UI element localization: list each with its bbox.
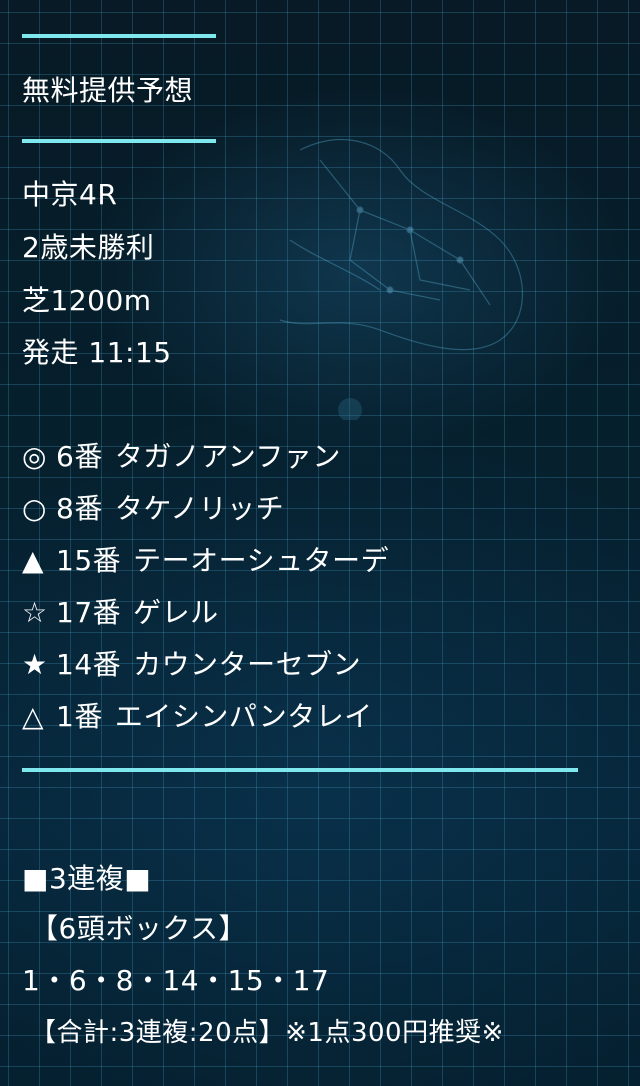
pick-number: 17番 [56, 596, 122, 629]
pick-horse: ゲレル [133, 596, 219, 629]
pick-star-filled: ★ 14番 カウンターセブン [22, 648, 361, 682]
divider-top [22, 34, 216, 38]
bet-format: 【6頭ボックス】 [30, 912, 247, 945]
pick-star-outline: ☆ 17番 ゲレル [22, 596, 219, 630]
pick-number: 15番 [56, 544, 122, 577]
page-title: 無料提供予想 [22, 74, 194, 107]
pick-number: 8番 [56, 492, 103, 525]
bet-total: 【合計:3連複:20点】※1点300円推奨※ [30, 1018, 504, 1048]
pick-horse: カウンターセブン [133, 648, 362, 681]
bet-type: ■3連複■ [22, 862, 152, 895]
pick-horse: タケノリッチ [114, 492, 285, 525]
triangle-outline-mark: △ [22, 700, 45, 733]
pick-horse: エイシンパンタレイ [114, 700, 373, 733]
pick-renka: △ 1番 エイシンパンタレイ [22, 700, 373, 734]
pick-tanana: ▲ 15番 テーオーシュターデ [22, 544, 389, 578]
pick-horse: タガノアンファン [114, 440, 341, 473]
race-class: 2歳未勝利 [22, 231, 155, 264]
circle-mark: ○ [22, 492, 47, 525]
divider-picks [22, 768, 578, 772]
pick-number: 14番 [56, 648, 122, 681]
pick-taikou: ○ 8番 タケノリッチ [22, 492, 284, 526]
prediction-content: 無料提供予想 中京4R 2歳未勝利 芝1200m 発走 11:15 ◎ 6番 タ… [0, 0, 640, 1086]
bet-numbers: 1・6・8・14・15・17 [22, 964, 330, 997]
star-filled-mark: ★ [22, 648, 48, 681]
pick-honmei: ◎ 6番 タガノアンファン [22, 440, 341, 474]
divider-title [22, 139, 216, 143]
star-outline-mark: ☆ [22, 596, 48, 629]
pick-number: 1番 [56, 700, 103, 733]
race-course: 芝1200m [22, 284, 152, 317]
triangle-filled-mark: ▲ [22, 544, 45, 577]
pick-horse: テーオーシュターデ [133, 544, 390, 577]
race-start-time: 発走 11:15 [22, 336, 172, 369]
pick-number: 6番 [56, 440, 103, 473]
double-circle-mark: ◎ [22, 440, 47, 473]
race-name: 中京4R [22, 178, 118, 211]
